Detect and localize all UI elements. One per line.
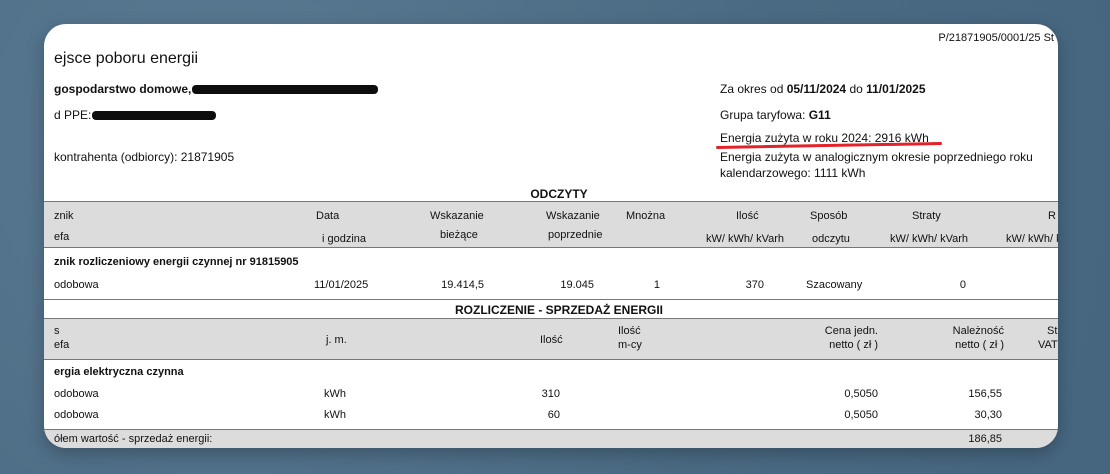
billing-col-vat-2: VAT (1038, 339, 1058, 351)
readings-col-r: R (1048, 210, 1056, 222)
readings-col-previous-2: poprzednie (548, 229, 603, 241)
billing-row-1-price: 0,5050 (844, 388, 878, 400)
billing-col-tariff: efa (54, 339, 70, 351)
billing-header-rule (44, 359, 1058, 360)
billing-row-1-unit: kWh (324, 388, 346, 400)
period-prefix: Za okres od (720, 82, 787, 96)
readings-col-quantity: Ilość (736, 210, 759, 222)
tariff-prefix: Grupa taryfowa: (720, 108, 809, 122)
billing-row-2-name: odobowa (54, 409, 99, 421)
redacted-address (192, 85, 378, 94)
billing-col-months: Ilość (618, 325, 641, 337)
period-from: 05/11/2024 (786, 82, 847, 96)
reading-multiplier: 1 (653, 279, 660, 291)
section-title: ejsce poboru energii (54, 50, 199, 67)
billing-title: ROZLICZENIE - SPRZEDAŻ ENERGII (454, 303, 663, 317)
energy-prev-line-2: kalendarzowego: 1111 kWh (720, 166, 866, 180)
billing-col-s: s (54, 325, 60, 337)
readings-col-losses: Straty (912, 210, 941, 222)
customer-line-3: kontrahenta (odbiorcy): 21871905 (54, 150, 235, 164)
billing-total-value: 186,85 (968, 433, 1002, 445)
readings-col-method-2: odczytu (812, 233, 850, 245)
readings-col-current: Wskazanie (430, 210, 484, 222)
billing-row-1-qty: 310 (541, 388, 560, 400)
document-reference: P/21871905/0001/25 St (938, 32, 1054, 44)
billing-row-1-name: odobowa (54, 388, 99, 400)
readings-header-rule (44, 247, 1058, 248)
billing-col-price: Cena jedn. (824, 325, 878, 337)
billing-row-2-amount: 30,30 (974, 409, 1002, 421)
meter-label: znik rozliczeniowy energii czynnej nr 91… (54, 256, 299, 268)
billing-col-amount: Należność (952, 325, 1004, 337)
readings-col-method: Sposób (810, 210, 848, 222)
billing-col-quantity: Ilość (540, 334, 563, 346)
customer-line-2: d PPE: (54, 108, 92, 122)
period-to: 11/01/2025 (866, 82, 926, 96)
billing-row-2-unit: kWh (324, 409, 346, 421)
reading-date: 11/01/2025 (314, 279, 369, 291)
readings-col-loss-units: kW/ kWh/ kVarh (890, 233, 969, 245)
tariff-value: G11 (808, 108, 831, 122)
billing-top-rule (44, 299, 1058, 300)
billing-col-months-2: m-cy (618, 339, 642, 351)
readings-col-current-2: bieżące (440, 229, 478, 241)
readings-col-date: Data (316, 210, 340, 222)
reading-quantity: 370 (745, 279, 764, 291)
energy-prev-line-1: Energia zużyta w analogicznym okresie po… (720, 150, 1033, 164)
billing-row-2-price: 0,5050 (844, 409, 878, 421)
billing-col-unit: j. m. (326, 334, 347, 346)
readings-title: ODCZYTY (530, 187, 588, 201)
tariff-group: Grupa taryfowa: G11 (720, 108, 831, 122)
reading-previous: 19.045 (560, 279, 594, 291)
billing-total-label: ółem wartość - sprzedaż energii: (54, 433, 213, 445)
redacted-ppe (92, 111, 216, 120)
readings-col-tariff: efa (54, 231, 70, 243)
customer-line-1: gospodarstwo domowe, (54, 82, 192, 96)
billing-group-label: ergia elektryczna czynna (54, 366, 184, 378)
billing-col-price-2: netto ( zł ) (829, 339, 878, 351)
billing-period: Za okres od 05/11/2024 do 11/01/2025 (720, 82, 926, 96)
invoice-page: P/21871905/0001/25 St ejsce poboru energ… (44, 24, 1058, 448)
reading-tariff: odobowa (54, 279, 99, 291)
reading-current: 19.414,5 (441, 279, 484, 291)
reading-method: Szacowany (806, 279, 863, 291)
billing-col-amount-2: netto ( zł ) (955, 339, 1004, 351)
readings-col-multiplier: Mnożna (626, 210, 666, 222)
readings-col-time: i godzina (322, 233, 367, 245)
billing-col-vat: St (1047, 325, 1058, 337)
readings-col-units: kW/ kWh/ kVarh (706, 233, 785, 245)
readings-col-meter: znik (54, 210, 74, 222)
billing-row-2-qty: 60 (547, 409, 560, 421)
billing-row-1-amount: 156,55 (968, 388, 1002, 400)
readings-col-previous: Wskazanie (546, 210, 600, 222)
period-mid: do (846, 82, 867, 96)
reading-losses: 0 (959, 279, 966, 291)
readings-col-r-units: kW/ kWh/ k (1006, 233, 1058, 245)
